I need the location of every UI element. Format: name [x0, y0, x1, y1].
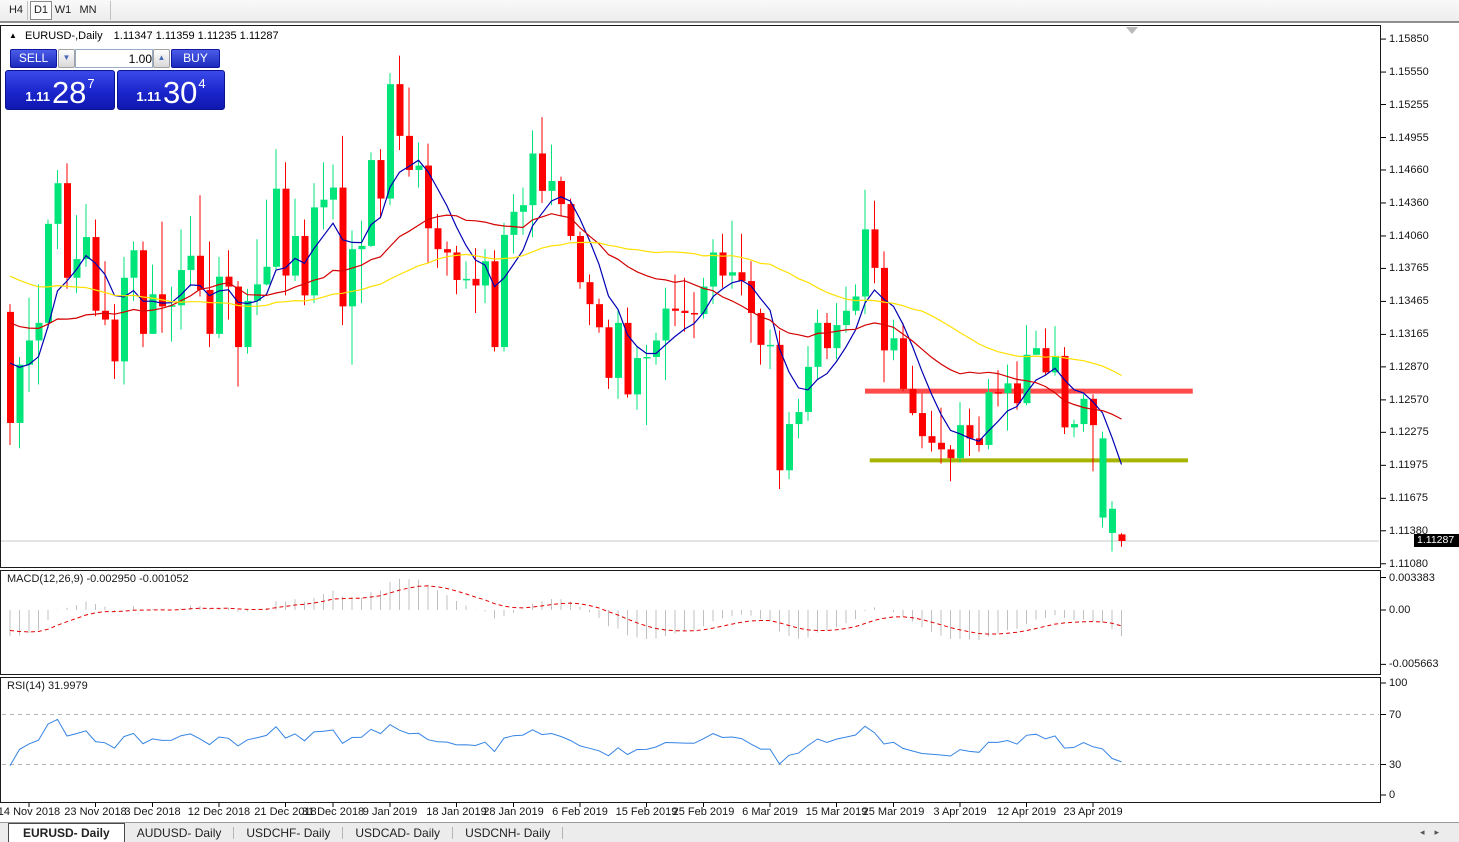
price-axis-label: 1.14060 [1389, 230, 1429, 242]
macd-axis-label: 0.003383 [1389, 572, 1435, 584]
rsi-pane[interactable] [0, 677, 1381, 803]
toolbar-separator [27, 1, 28, 20]
current-price-tag: 1.11287 [1414, 534, 1459, 547]
date-axis-label: 14 Nov 2018 [0, 806, 66, 818]
price-axis-label: 1.13165 [1389, 328, 1429, 340]
one-click-trading-panel: SELL ▼ ▲ BUY 1.11 28 7 1.11 30 4 [5, 46, 225, 111]
rsi-axis-label: 30 [1389, 759, 1401, 771]
tab-usdchf-daily[interactable]: USDCHF- Daily [234, 823, 342, 842]
date-axis-label: 9 Jan 2019 [353, 806, 427, 818]
price-axis-label: 1.11975 [1389, 459, 1428, 471]
chart-title: ▲ EURUSD-,Daily 1.11347 1.11359 1.11235 … [9, 30, 279, 42]
sell-button[interactable]: SELL [10, 49, 57, 68]
price-axis-label: 1.11080 [1389, 558, 1428, 570]
buy-price-pip-digit: 4 [198, 76, 205, 91]
symbol-period-label: EURUSD-,Daily [25, 30, 103, 42]
buy-price-big-digits: 30 [163, 78, 197, 108]
tab-scroll-right-icon[interactable]: ▸ [1434, 827, 1449, 837]
rsi-axis-label: 70 [1389, 709, 1401, 721]
volume-decrease-button[interactable]: ▼ [58, 49, 75, 68]
date-axis-label: 3 Dec 2018 [116, 806, 190, 818]
chevron-up-icon: ▲ [158, 53, 166, 62]
date-axis-label: 25 Feb 2019 [667, 806, 741, 818]
macd-pane[interactable] [0, 570, 1381, 675]
price-axis-label: 1.14955 [1389, 132, 1429, 144]
price-axis-label: 1.12275 [1389, 426, 1429, 438]
buy-button[interactable]: BUY [171, 49, 220, 68]
rsi-axis-label: 0 [1389, 789, 1395, 801]
tab-eurusd-daily[interactable]: EURUSD- Daily [8, 823, 125, 842]
price-axis-label: 1.14360 [1389, 197, 1429, 209]
volume-increase-button[interactable]: ▲ [153, 49, 170, 68]
buy-price-prefix: 1.11 [136, 89, 161, 104]
volume-field-box [75, 49, 153, 68]
chart-window: H4 D1 W1 MN ▲ EURUSD-,Daily 1.11347 1.11… [0, 0, 1459, 842]
price-axis-label: 1.12570 [1389, 394, 1429, 406]
timeframe-w1-button[interactable]: W1 [52, 2, 74, 18]
timeframe-h4-button[interactable]: H4 [4, 2, 28, 18]
tab-audusd-daily[interactable]: AUDUSD- Daily [125, 823, 234, 842]
tab-usdcnh-daily[interactable]: USDCNH- Daily [453, 823, 562, 842]
macd-label: MACD(12,26,9) -0.002950 -0.001052 [7, 573, 189, 585]
buy-price-button[interactable]: 1.11 30 4 [117, 70, 225, 110]
timeframe-mn-button[interactable]: MN [76, 2, 100, 18]
date-axis-label: 3 Apr 2019 [923, 806, 997, 818]
macd-axis-label: -0.005663 [1389, 658, 1439, 670]
price-axis-label: 1.12870 [1389, 361, 1429, 373]
tab-scroll-left-icon[interactable]: ◂ [1420, 827, 1435, 837]
rsi-label: RSI(14) 31.9979 [7, 680, 88, 692]
rsi-axis-label: 100 [1389, 677, 1407, 689]
price-axis-label: 1.13465 [1389, 295, 1429, 307]
price-axis-label: 1.15850 [1389, 33, 1429, 45]
date-axis-label: 12 Dec 2018 [182, 806, 256, 818]
tab-usdcad-daily[interactable]: USDCAD- Daily [343, 823, 452, 842]
volume-input[interactable] [76, 51, 156, 68]
date-axis-label: 12 Apr 2019 [990, 806, 1064, 818]
sell-price-big-digits: 28 [52, 78, 86, 108]
date-axis-label: 25 Mar 2019 [857, 806, 931, 818]
date-axis-label: 23 Apr 2019 [1056, 806, 1130, 818]
price-axis-label: 1.15255 [1389, 99, 1429, 111]
price-axis-label: 1.15550 [1389, 66, 1429, 78]
symbol-tab-bar: EURUSD- Daily AUDUSD- Daily USDCHF- Dail… [0, 822, 1459, 842]
sell-price-button[interactable]: 1.11 28 7 [5, 70, 115, 110]
sell-price-prefix: 1.11 [25, 89, 50, 104]
timeframe-toolbar: H4 D1 W1 MN [0, 0, 1459, 23]
date-axis-label: 28 Jan 2019 [477, 806, 551, 818]
timeframe-d1-button[interactable]: D1 [30, 1, 52, 20]
chart-shift-marker-icon [1126, 27, 1138, 34]
sell-price-pip-digit: 7 [87, 76, 94, 91]
ohlc-readout: 1.11347 1.11359 1.11235 1.11287 [114, 30, 279, 42]
price-axis-label: 1.14660 [1389, 164, 1429, 176]
collapse-panel-icon[interactable]: ▲ [9, 31, 17, 40]
price-axis-label: 1.13765 [1389, 262, 1429, 274]
tab-separator [562, 827, 563, 839]
price-axis-label: 1.11675 [1389, 492, 1428, 504]
date-axis-label: 6 Mar 2019 [733, 806, 807, 818]
toolbar-separator [110, 1, 111, 20]
date-axis-label: 6 Feb 2019 [543, 806, 617, 818]
chevron-down-icon: ▼ [63, 53, 71, 62]
macd-axis-label: 0.00 [1389, 604, 1410, 616]
